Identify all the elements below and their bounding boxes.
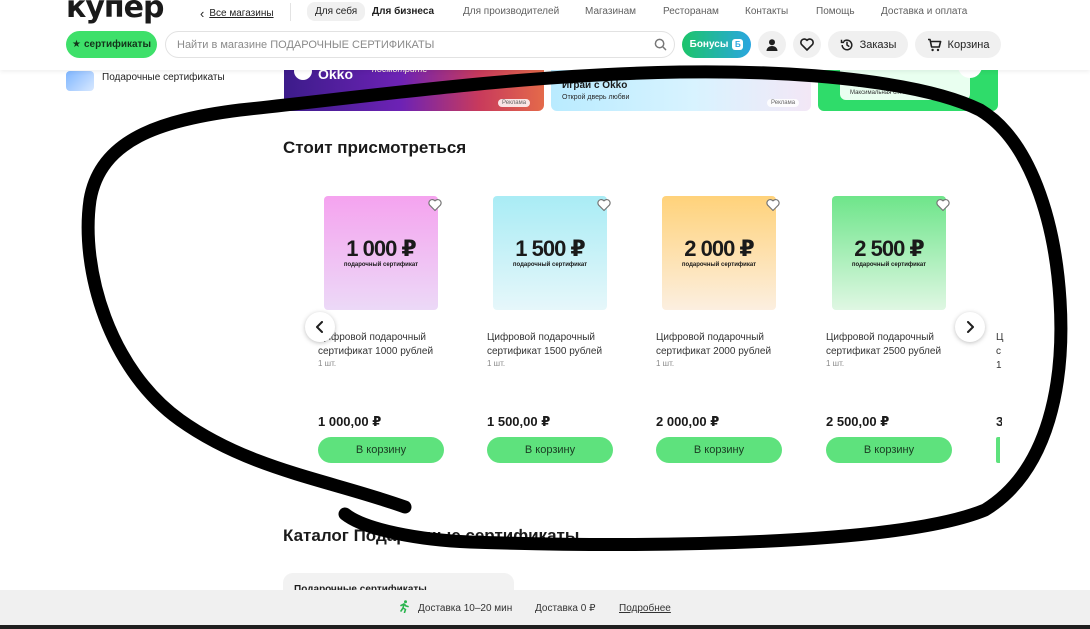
nav-for-stores[interactable]: Магазинам [585, 6, 636, 17]
certificate-caption: подарочный сертификат [681, 262, 757, 268]
product-image[interactable]: 1 000 ₽ подарочный сертификат [324, 196, 438, 310]
certificate-amount: 1 000 ₽ [346, 236, 416, 261]
chevron-right-icon [967, 321, 974, 333]
product-quantity: 1 шт. [318, 359, 337, 368]
heart-icon [800, 38, 814, 51]
ad-label: Реклама [767, 99, 800, 107]
heart-icon[interactable] [766, 198, 780, 212]
product-quantity: 1 шт. [487, 359, 506, 368]
product-quantity: 1 шт. [826, 359, 845, 368]
banner-title: Играй с Okko [562, 80, 628, 91]
product-name[interactable]: Цифровой подарочный сертификат 1000 рубл… [318, 331, 453, 359]
product-name[interactable]: Цифровой подарочный сертификат 2500 рубл… [826, 331, 961, 359]
delivery-cost: Доставка 0 ₽ [535, 603, 596, 614]
cart-label: Корзина [947, 38, 990, 51]
certificates-store-button[interactable]: ★ сертификаты [66, 31, 157, 58]
add-to-cart-button[interactable]: В корзину [826, 437, 952, 463]
add-to-cart-button[interactable]: В корзину [487, 437, 613, 463]
delivery-more-link[interactable]: Подробнее [619, 603, 671, 614]
partial-card-button[interactable] [996, 437, 1000, 463]
product-price: 1 500,00 ₽ [487, 414, 551, 429]
certificate-amount: 1 500 ₽ [515, 236, 585, 261]
orders-label: Заказы [859, 38, 897, 51]
product-image[interactable]: 2 500 ₽ подарочный сертификат [832, 196, 946, 310]
search-input[interactable] [177, 38, 646, 51]
cart-icon [927, 38, 941, 51]
nav-for-business[interactable]: Для бизнеса [372, 6, 434, 17]
logo[interactable]: купер [66, 0, 164, 25]
product-quantity: 1 шт. [656, 359, 675, 368]
product-price: 2 000,00 ₽ [656, 414, 720, 429]
certificate-caption: подарочный сертификат [512, 262, 588, 268]
cart-button[interactable]: Корзина [915, 31, 1001, 58]
sidebar-item-label: Подарочные сертификаты [102, 71, 225, 83]
product-image[interactable]: 2 000 ₽ подарочный сертификат [662, 196, 776, 310]
product-name[interactable]: Цифровой подарочный сертификат 1500 рубл… [487, 331, 622, 359]
discount-line-2: Максимальная с... ₽ [850, 90, 907, 96]
nav-for-self[interactable]: Для себя [307, 2, 366, 21]
nav-contacts[interactable]: Контакты [745, 6, 788, 17]
history-icon [840, 38, 853, 51]
certificate-amount: 2 000 ₽ [684, 236, 754, 261]
certificate-caption: подарочный сертификат [851, 262, 927, 268]
partial-card-name: Ц с 1 [996, 332, 1004, 371]
chevron-left-icon: ‹ [200, 6, 205, 21]
carousel-prev-button[interactable] [305, 312, 335, 342]
search-bar [165, 31, 675, 58]
star-icon: ★ [71, 39, 81, 50]
add-to-cart-button[interactable]: В корзину [318, 437, 444, 463]
certificates-label: сертификаты [83, 39, 151, 50]
all-stores-label: Все магазины [209, 8, 274, 19]
nav-for-restaurants[interactable]: Ресторанам [663, 6, 719, 17]
product-price: 2 500,00 ₽ [826, 414, 890, 429]
section-title-catalog: Каталог Подарочные сертификаты [283, 526, 580, 545]
banner-subtitle: Открой дверь любви [562, 94, 630, 101]
product-price: 1 000,00 ₽ [318, 414, 382, 429]
certificate-amount: 2 500 ₽ [854, 236, 924, 261]
carousel-next-button[interactable] [955, 312, 985, 342]
ad-label: Реклама [498, 99, 531, 107]
bonus-button[interactable]: Бонусы Б [682, 31, 751, 58]
bottom-edge [0, 625, 1090, 629]
search-icon[interactable] [646, 38, 674, 51]
profile-button[interactable] [758, 31, 786, 58]
delivery-info-bar: Доставка 10–20 мин Доставка 0 ₽ Подробне… [0, 590, 1090, 625]
all-stores-link[interactable]: ‹ Все магазины [200, 6, 274, 21]
nav-help[interactable]: Помощь [816, 6, 855, 17]
category-thumbnail [66, 71, 94, 91]
heart-icon[interactable] [428, 198, 442, 212]
runner-icon [398, 600, 410, 616]
product-name[interactable]: Цифровой подарочный сертификат 2000 рубл… [656, 331, 791, 359]
nav-divider [290, 3, 291, 21]
product-image[interactable]: 1 500 ₽ подарочный сертификат [493, 196, 607, 310]
favorites-button[interactable] [793, 31, 821, 58]
nav-delivery-payment[interactable]: Доставка и оплата [881, 6, 967, 17]
bonus-label: Бонусы [689, 39, 729, 50]
heart-icon[interactable] [597, 198, 611, 212]
site-header: купер ‹ Все магазины Для себя Для бизнес… [0, 0, 1090, 70]
heart-icon[interactable] [936, 198, 950, 212]
bonus-icon: Б [732, 39, 744, 50]
delivery-time: Доставка 10–20 мин [418, 603, 513, 614]
nav-for-producers[interactable]: Для производителей [463, 6, 559, 17]
user-icon [766, 38, 778, 51]
discount-line-1: на первый ... 800 ₽ [858, 83, 911, 89]
orders-button[interactable]: Заказы [828, 31, 908, 58]
section-title-recommended: Стоит присмотреться [283, 138, 467, 157]
partial-card-price: 3 [996, 414, 1002, 429]
add-to-cart-button[interactable]: В корзину [656, 437, 782, 463]
chevron-left-icon [316, 321, 323, 333]
certificate-caption: подарочный сертификат [343, 262, 419, 268]
